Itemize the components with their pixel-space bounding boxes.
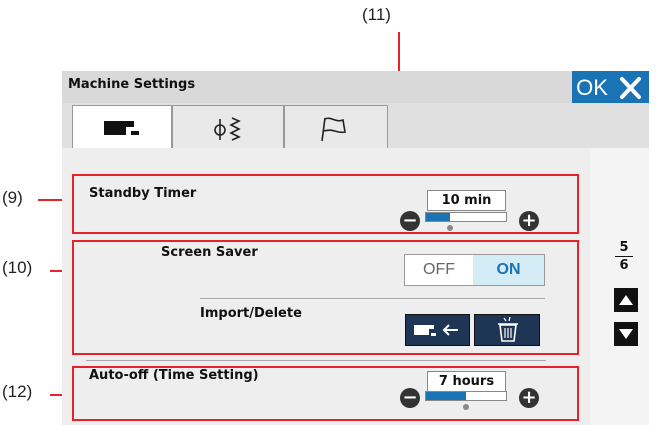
ok-button[interactable]: OK: [572, 71, 612, 105]
auto-off-value: 7 hours: [427, 371, 506, 392]
auto-off-slider-knob[interactable]: [463, 404, 469, 410]
auto-off-slider-fill: [426, 392, 466, 400]
page-total: 6: [619, 258, 629, 273]
trash-icon: [498, 316, 518, 342]
auto-off-label: Auto-off (Time Setting): [89, 368, 259, 383]
flag-icon: [321, 117, 346, 142]
sewing-machine-icon: [104, 121, 139, 135]
standby-slider-fill: [426, 213, 450, 221]
close-icon: [620, 77, 641, 99]
auto-off-divider: [86, 360, 546, 361]
callout-12: (12): [2, 382, 33, 401]
standby-slider-knob[interactable]: [447, 225, 453, 231]
callout-10: (10): [2, 258, 33, 277]
import-machine-icon: [414, 324, 458, 336]
screen-saver-on-button[interactable]: ON: [473, 255, 544, 285]
window-title: Machine Settings: [68, 77, 196, 92]
import-button[interactable]: [405, 314, 470, 346]
standby-increase-button[interactable]: +: [519, 211, 539, 231]
callout-11: (11): [362, 5, 391, 24]
auto-off-slider[interactable]: [425, 391, 507, 401]
tab-flag[interactable]: [284, 105, 388, 152]
tab-stitch[interactable]: [172, 105, 284, 152]
standby-timer-value: 10 min: [427, 190, 506, 211]
standby-timer-label: Standby Timer: [89, 186, 197, 201]
arrow-down-icon: [619, 329, 633, 339]
screen-saver-divider: [200, 298, 545, 299]
arrow-up-icon: [619, 295, 633, 305]
import-delete-label: Import/Delete: [200, 306, 302, 321]
auto-off-increase-button[interactable]: +: [519, 388, 539, 408]
screen-saver-off-button[interactable]: OFF: [405, 255, 473, 285]
page-down-button[interactable]: [614, 322, 638, 346]
stitch-icon: [214, 117, 241, 141]
page-up-button[interactable]: [614, 288, 638, 312]
standby-slider[interactable]: [425, 212, 507, 222]
tab-machine[interactable]: [72, 105, 172, 153]
delete-button[interactable]: [474, 314, 540, 346]
screen-saver-toggle: OFF ON: [404, 254, 545, 286]
standby-decrease-button[interactable]: −: [400, 211, 420, 231]
screen-saver-label: Screen Saver: [161, 245, 258, 260]
page-sidebar: [590, 148, 649, 425]
page-fraction-line: [615, 256, 633, 257]
close-button[interactable]: [612, 71, 649, 105]
page-current: 5: [619, 240, 629, 255]
callout-9: (9): [2, 188, 23, 207]
auto-off-decrease-button[interactable]: −: [400, 388, 420, 408]
